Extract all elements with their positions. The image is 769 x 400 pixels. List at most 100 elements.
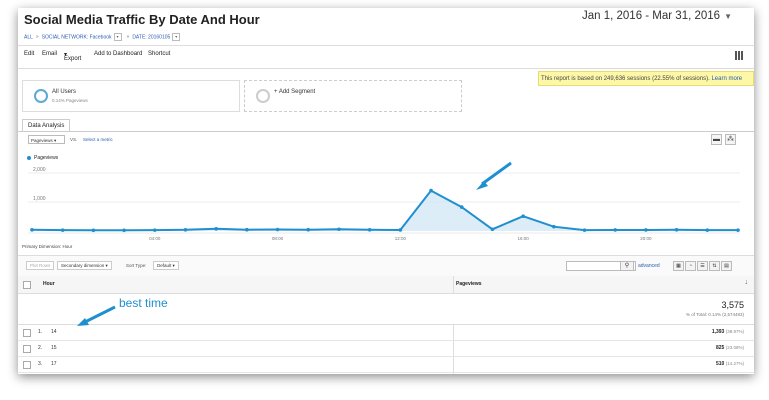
data-point[interactable] bbox=[367, 228, 372, 232]
data-point[interactable] bbox=[429, 188, 433, 193]
chevron-down-icon[interactable]: ▾ bbox=[172, 33, 181, 41]
data-point[interactable] bbox=[214, 227, 218, 231]
x-tick-label: 20:00 bbox=[640, 236, 652, 241]
table-row[interactable]: 3. 17 510 (14.27%) bbox=[18, 357, 754, 373]
table-header: Hour Pageviews ↓ bbox=[18, 276, 754, 294]
row-pageviews-value: 510 bbox=[716, 361, 725, 367]
metric-select[interactable]: Pageviews ▾ bbox=[28, 135, 65, 144]
data-point[interactable] bbox=[736, 228, 740, 232]
table-view-icon[interactable]: ▦ bbox=[673, 261, 684, 271]
select-all-checkbox[interactable] bbox=[23, 281, 31, 289]
secondary-dimension-select[interactable]: Secondary dimension ▾ bbox=[57, 261, 112, 270]
metric-select-label: Pageviews bbox=[31, 138, 53, 143]
data-point[interactable] bbox=[398, 228, 403, 232]
row-hour[interactable]: 17 bbox=[51, 361, 57, 367]
data-point[interactable] bbox=[613, 228, 618, 232]
shortcut-button[interactable]: Shortcut bbox=[148, 51, 170, 57]
segment-label: All Users bbox=[52, 89, 77, 95]
date-range-picker[interactable]: Jan 1, 2016 - Mar 31, 2016 ▼ bbox=[582, 10, 732, 22]
comparison-view-icon[interactable]: ⇅ bbox=[709, 261, 720, 271]
arrow-annotation-icon bbox=[77, 305, 116, 326]
add-segment-button[interactable]: + Add Segment bbox=[244, 80, 462, 112]
data-point[interactable] bbox=[552, 224, 556, 229]
data-point[interactable] bbox=[582, 228, 587, 232]
select-metric-link[interactable]: Select a metric bbox=[83, 137, 113, 142]
data-point[interactable] bbox=[30, 228, 34, 232]
arrow-annotation-icon bbox=[476, 161, 512, 190]
x-tick-label: 12:00 bbox=[395, 236, 407, 241]
row-checkbox[interactable] bbox=[23, 345, 31, 353]
insights-icon[interactable] bbox=[735, 51, 744, 60]
breadcrumb: ALL» SOCIAL NETWORK: Facebook ▾» DATE: 2016… bbox=[24, 33, 182, 41]
performance-view-icon[interactable]: ☰ bbox=[697, 261, 708, 271]
date-range-label: Jan 1, 2016 - Mar 31, 2016 bbox=[581, 10, 721, 22]
sort-descending-icon[interactable]: ↓ bbox=[745, 279, 749, 286]
row-pageviews-pct: (38.97%) bbox=[725, 329, 744, 334]
data-point[interactable] bbox=[705, 228, 710, 232]
search-icon[interactable]: ⚲ bbox=[620, 261, 634, 271]
table-row[interactable]: 2. 15 825 (23.08%) bbox=[18, 341, 754, 357]
plot-rows-button[interactable]: Plot Rows bbox=[26, 261, 55, 270]
edit-button[interactable]: Edit bbox=[24, 51, 34, 57]
row-pageviews-value: 825 bbox=[716, 345, 725, 351]
export-button[interactable]: Export ▾ bbox=[64, 51, 81, 62]
data-point[interactable] bbox=[459, 205, 464, 209]
sort-type-value: Default bbox=[157, 263, 172, 268]
row-hour[interactable]: 14 bbox=[51, 329, 57, 335]
chevron-down-icon: ▼ bbox=[724, 12, 732, 21]
data-point[interactable] bbox=[337, 227, 341, 232]
tab-divider bbox=[18, 131, 754, 132]
row-pageviews: 510 (14.27%) bbox=[716, 361, 744, 367]
motion-chart-icon[interactable]: ⁂ bbox=[725, 134, 736, 145]
page-title: Social Media Traffic By Date And Hour bbox=[24, 12, 260, 27]
data-point[interactable] bbox=[275, 227, 280, 232]
data-point[interactable] bbox=[60, 228, 65, 232]
add-to-dashboard-button[interactable]: Add to Dashboard bbox=[94, 51, 142, 57]
x-tick-label: 08:00 bbox=[272, 236, 284, 241]
data-point[interactable] bbox=[91, 228, 96, 233]
x-tick-label: 04:00 bbox=[149, 236, 161, 241]
vs-label: VS. bbox=[70, 137, 78, 142]
report-toolbar: Edit Email Export ▾ Add to Dashboard Sho… bbox=[18, 45, 754, 69]
segment-all-users[interactable]: All Users 0.14% Pageviews bbox=[22, 80, 240, 112]
table-controls: Plot Rows Secondary dimension ▾ Sort Typ… bbox=[18, 255, 754, 277]
data-point[interactable] bbox=[674, 228, 679, 232]
row-hour[interactable]: 15 bbox=[51, 345, 57, 351]
data-point[interactable] bbox=[521, 214, 525, 219]
breadcrumb-all[interactable]: ALL bbox=[24, 34, 33, 40]
export-label: Export bbox=[64, 56, 82, 62]
table-row[interactable]: 1. 14 1,393 (38.97%) bbox=[18, 325, 754, 341]
total-value: 3,575 bbox=[721, 300, 744, 310]
data-point[interactable] bbox=[306, 227, 311, 232]
data-point[interactable] bbox=[644, 228, 648, 232]
row-pageviews: 1,393 (38.97%) bbox=[712, 329, 744, 335]
series-line bbox=[31, 189, 738, 232]
row-checkbox[interactable] bbox=[23, 329, 31, 337]
email-button[interactable]: Email bbox=[42, 51, 57, 57]
data-point[interactable] bbox=[152, 228, 157, 232]
row-index: 1. bbox=[38, 329, 43, 335]
sort-type-label: Sort Type: bbox=[126, 263, 147, 268]
line-chart-icon[interactable]: ▬ bbox=[711, 134, 722, 145]
segment-circle-icon bbox=[34, 89, 48, 103]
row-index: 2. bbox=[38, 345, 43, 351]
breadcrumb-network[interactable]: SOCIAL NETWORK: Facebook bbox=[42, 34, 112, 40]
sort-type-select[interactable]: Default ▾ bbox=[153, 261, 179, 270]
report-window: Social Media Traffic By Date And Hour Ja… bbox=[18, 8, 754, 374]
breadcrumb-date[interactable]: DATE: 20160105 bbox=[132, 34, 170, 40]
column-header-pageviews[interactable]: Pageviews bbox=[456, 281, 482, 287]
data-point[interactable] bbox=[183, 228, 188, 232]
column-header-hour[interactable]: Hour bbox=[43, 281, 55, 287]
segment-circle-icon bbox=[256, 89, 270, 103]
pivot-view-icon[interactable]: ▤ bbox=[721, 261, 732, 271]
data-point[interactable] bbox=[490, 227, 495, 232]
chevron-down-icon[interactable]: ▾ bbox=[113, 33, 122, 41]
pageviews-chart: 2,000 1,000 04:00 08:00 12:00 16:00 20:00 bbox=[28, 161, 740, 241]
advanced-filter-link[interactable]: advanced bbox=[638, 263, 660, 269]
data-point[interactable] bbox=[245, 227, 249, 232]
pie-view-icon[interactable]: ◔ bbox=[685, 261, 696, 271]
data-point[interactable] bbox=[122, 228, 126, 233]
add-segment-label: + Add Segment bbox=[274, 89, 316, 95]
segment-bar: All Users 0.14% Pageviews + Add Segment bbox=[18, 74, 738, 118]
row-checkbox[interactable] bbox=[23, 361, 31, 369]
